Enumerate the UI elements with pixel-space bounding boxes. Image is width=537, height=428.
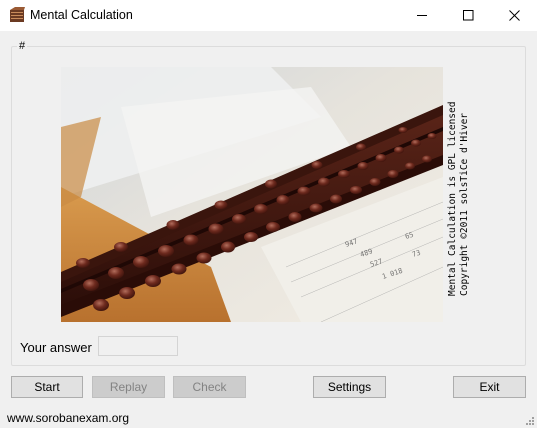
check-button[interactable]: Check [173,376,246,398]
resize-grip-icon[interactable] [524,415,534,425]
answer-input[interactable] [98,336,178,356]
minimize-button[interactable] [399,0,445,31]
close-button[interactable] [491,0,537,31]
credits-text: Mental Calculation is GPL licensed Copyr… [447,90,471,296]
settings-button[interactable]: Settings [313,376,386,398]
copyright-text: Copyright ©2011 solsTiCe d'Hiver [459,112,470,296]
minimize-icon [416,15,427,16]
maximize-button[interactable] [445,0,491,31]
window-title: Mental Calculation [30,8,133,22]
maximize-icon [462,10,473,21]
close-icon [508,10,520,21]
title-bar[interactable]: Mental Calculation [0,0,537,31]
answer-label: Your answer [20,340,92,355]
exit-button[interactable]: Exit [453,376,526,398]
replay-button[interactable]: Replay [92,376,165,398]
abacus-photo: 947 489 527 1 018 65 73 [61,67,443,322]
start-button[interactable]: Start [11,376,83,398]
status-bar-url: www.sorobanexam.org [7,411,130,425]
abacus-icon [10,7,25,22]
license-text: Mental Calculation is GPL licensed [447,101,458,296]
group-label: # [17,40,28,52]
